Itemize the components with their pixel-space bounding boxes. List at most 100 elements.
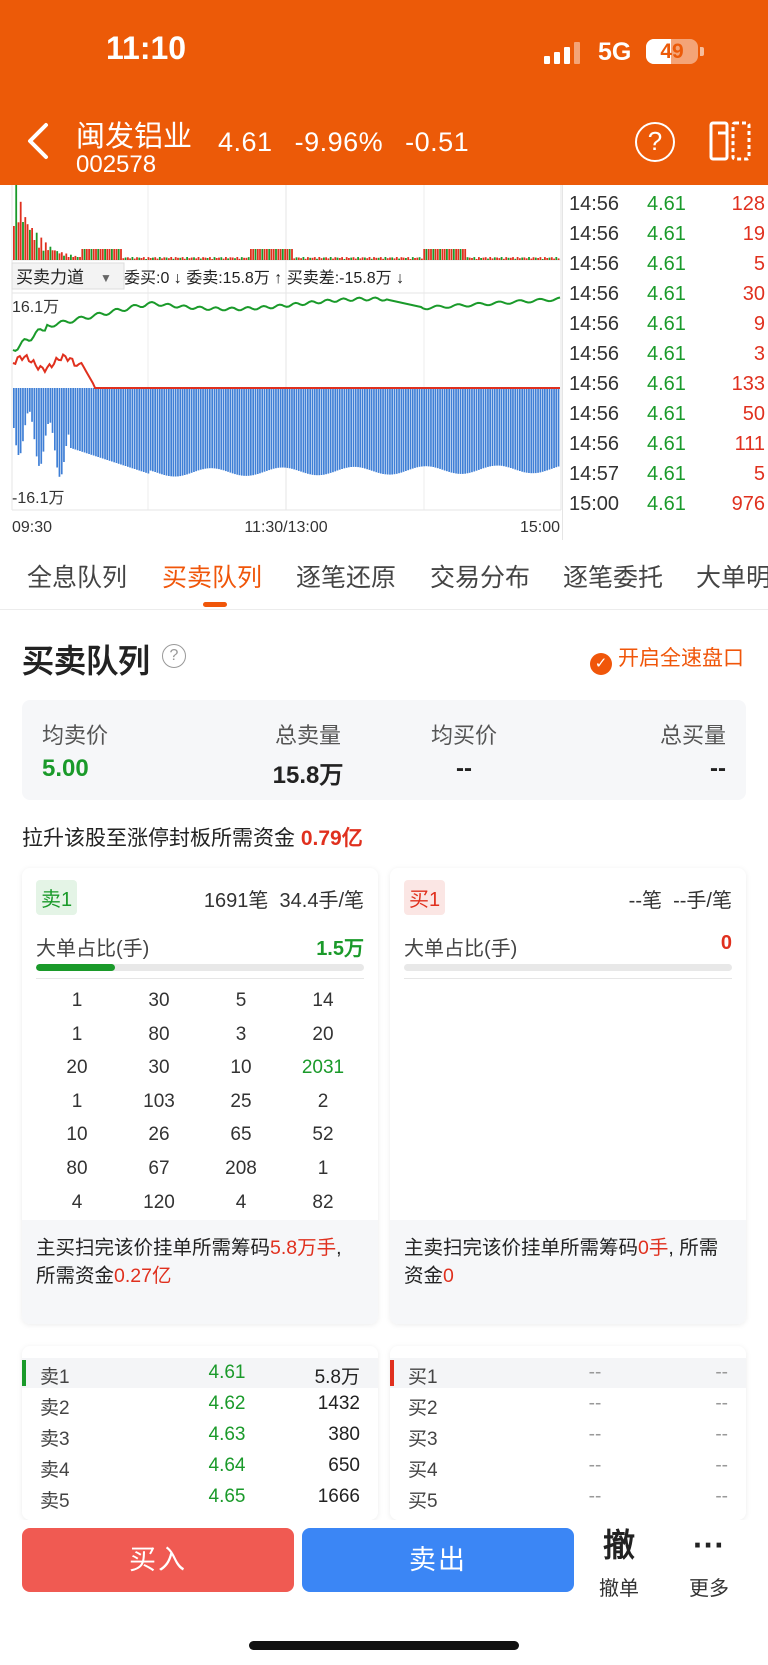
volume-bar — [236, 257, 239, 260]
buy1-foot-b: 0手 — [638, 1237, 669, 1259]
stock-header: 闽发铝业 002578 4.61 -9.96% -0.51 ? — [0, 105, 768, 185]
cancel-order-button[interactable]: 撤 撤单 — [584, 1524, 654, 1601]
flow-bar — [548, 388, 551, 470]
volume-bar — [327, 258, 330, 260]
order-book-row[interactable]: 卖4 4.64 650 — [22, 1451, 378, 1481]
volume-bar — [170, 257, 173, 260]
fast-quote-toggle[interactable]: ✓ 开启全速盘口 — [590, 642, 744, 675]
tab-order-queue[interactable]: 买卖队列 — [162, 558, 262, 594]
flow-bar — [213, 388, 216, 469]
volume-bar — [434, 249, 437, 260]
volume-bar — [140, 258, 143, 260]
section-title: 买卖队列 — [22, 643, 151, 679]
tick-price: 4.61 — [647, 433, 686, 455]
volume-bar — [446, 249, 448, 260]
volume-bar — [443, 249, 446, 260]
volume-bar — [247, 257, 250, 260]
tab-trade-distribution[interactable]: 交易分布 — [430, 558, 530, 594]
order-book-row[interactable]: 买3 -- -- — [390, 1420, 746, 1450]
flow-bar — [263, 388, 266, 472]
order-book-row[interactable]: 卖5 4.65 1666 — [22, 1482, 378, 1512]
volume-bar — [493, 257, 496, 260]
volume-bar — [29, 229, 31, 260]
buy-button[interactable]: 买入 — [22, 1528, 294, 1592]
tick-price: 4.61 — [647, 223, 686, 245]
more-button[interactable]: ··· 更多 — [674, 1524, 744, 1601]
flow-bar — [19, 388, 22, 454]
tick-list[interactable]: 14:56 4.61 128 14:56 4.61 19 14:56 4.61 5 14:56 4.… — [562, 185, 768, 540]
order-book-row[interactable]: 买5 -- -- — [390, 1482, 746, 1512]
sell-button[interactable]: 卖出 — [302, 1528, 574, 1592]
tab-tick-restore[interactable]: 逐笔还原 — [296, 558, 396, 594]
volume-bar — [83, 249, 86, 260]
flow-bar — [487, 388, 489, 467]
flow-bar — [323, 388, 325, 475]
flow-bar — [51, 388, 54, 433]
book-qty: -- — [715, 1424, 728, 1445]
sell1-order-grid[interactable]: 1 30 5 14 1 80 3 20 20 30 10 2031 1 103 25 2 10 26 65 52 80 6… — [36, 980, 364, 1220]
flow-bar — [418, 388, 421, 467]
flow-bar — [377, 388, 380, 473]
tick-price: 4.61 — [647, 283, 686, 305]
tab-tick-orders[interactable]: 逐笔委托 — [563, 558, 663, 594]
book-price: -- — [588, 1424, 602, 1445]
tick-price: 4.61 — [647, 373, 686, 395]
question-icon[interactable]: ? — [162, 644, 186, 668]
volume-bar — [430, 249, 432, 260]
fast-quote-label: 开启全速盘口 — [618, 647, 744, 670]
cancel-label: 撤单 — [599, 1578, 639, 1600]
flow-bar — [509, 388, 512, 468]
volume-bar — [286, 249, 289, 260]
volume-bar — [382, 258, 384, 260]
flow-bar — [117, 388, 120, 464]
tab-big-orders[interactable]: 大单明细 — [696, 558, 768, 594]
back-icon[interactable] — [22, 119, 58, 163]
tab-full-queue[interactable]: 全息队列 — [27, 558, 127, 594]
flow-bar — [452, 388, 455, 474]
volume-bar — [402, 257, 405, 260]
order-book-row[interactable]: 买4 -- -- — [390, 1451, 746, 1481]
order-book-row[interactable]: 买2 -- -- — [390, 1389, 746, 1419]
sell1-avg-lots: 34.4手/笔 — [279, 890, 364, 912]
flow-bar — [270, 388, 273, 470]
flow-bar — [450, 388, 453, 473]
flow-bar — [457, 388, 460, 474]
volume-bar — [509, 257, 512, 260]
help-icon[interactable]: ? — [635, 122, 675, 162]
flow-bar — [220, 388, 223, 470]
flow-bar — [464, 388, 466, 474]
flow-bar — [361, 388, 364, 468]
stock-code: 002578 — [76, 151, 157, 178]
volume-bar — [423, 249, 426, 260]
flow-bar — [190, 388, 193, 473]
flow-bar — [423, 388, 425, 467]
volume-bar — [416, 257, 419, 260]
flow-bar — [389, 388, 391, 475]
tick-time: 14:56 — [569, 343, 620, 365]
switch-stock-icon[interactable] — [708, 119, 752, 163]
flow-bar — [498, 388, 501, 466]
order-book-row[interactable]: 买1 -- -- — [390, 1358, 746, 1388]
order-book-row[interactable]: 卖3 4.63 380 — [22, 1420, 378, 1450]
flow-bar — [58, 388, 61, 477]
chart-area[interactable]: 买卖力道 ▼ 委买:0 ↓ 委卖:15.8万 ↑ 买卖差:-15.8万 ↓ 16… — [0, 185, 768, 540]
book-price: -- — [588, 1455, 602, 1476]
status-bar: 11:10 5G 49 — [0, 0, 768, 105]
flow-bar — [379, 388, 382, 474]
volume-bar — [432, 249, 435, 260]
intraday-chart[interactable]: 买卖力道 ▼ 委买:0 ↓ 委卖:15.8万 ↑ 买卖差:-15.8万 ↓ 16… — [0, 185, 562, 540]
volume-bar — [156, 258, 159, 260]
volume-bar — [359, 258, 362, 260]
volume-bar — [332, 258, 334, 260]
volume-bar — [108, 249, 111, 260]
buy1-big-ratio-bar — [404, 964, 732, 971]
order-book-row[interactable]: 卖1 4.61 5.8万 — [22, 1358, 378, 1388]
volume-bar — [462, 249, 464, 260]
tick-time: 14:56 — [569, 313, 620, 335]
book-qty: -- — [715, 1362, 728, 1383]
order-book-row[interactable]: 卖2 4.62 1432 — [22, 1389, 378, 1419]
queue-order-cell: 208 — [225, 1158, 257, 1179]
book-price: 4.64 — [208, 1455, 246, 1476]
flow-bar — [329, 388, 332, 473]
flow-bar — [354, 388, 357, 467]
